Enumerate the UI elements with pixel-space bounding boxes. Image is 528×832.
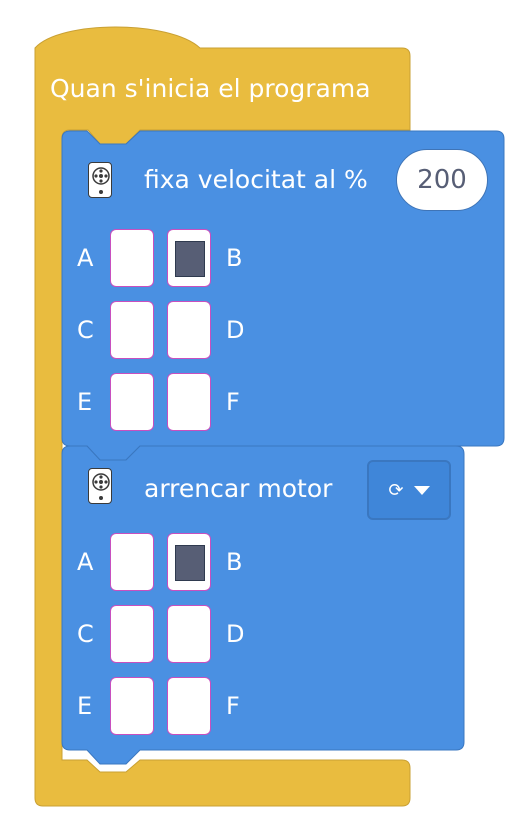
motor-icon xyxy=(88,468,112,504)
start-port-checkbox-a[interactable] xyxy=(110,533,154,591)
start-port-label-a: A xyxy=(77,548,94,576)
start-port-label-d: D xyxy=(226,620,245,648)
start-port-label-c: C xyxy=(77,620,94,648)
start-port-checkbox-c[interactable] xyxy=(110,605,154,663)
speed-port-checkbox-b[interactable] xyxy=(167,229,211,287)
speed-port-label-e: E xyxy=(77,388,93,416)
start-port-checkbox-e[interactable] xyxy=(110,677,154,735)
speed-port-label-f: F xyxy=(226,388,240,416)
speed-port-checkbox-f[interactable] xyxy=(167,373,211,431)
speed-port-checkbox-c[interactable] xyxy=(110,301,154,359)
start-port-label-f: F xyxy=(226,692,240,720)
hat-block-label: Quan s'inicia el programa xyxy=(50,74,371,103)
speed-port-checkbox-a[interactable] xyxy=(110,229,154,287)
chevron-down-icon xyxy=(413,485,430,495)
speed-port-checkbox-e[interactable] xyxy=(110,373,154,431)
direction-dropdown[interactable]: ⟳ xyxy=(367,460,451,520)
motor-icon xyxy=(88,162,112,198)
speed-port-label-b: B xyxy=(226,244,243,272)
speed-port-label-c: C xyxy=(77,316,94,344)
start-port-checkbox-b[interactable] xyxy=(167,533,211,591)
start-port-checkbox-f[interactable] xyxy=(167,677,211,735)
rotate-icon: ⟳ xyxy=(388,479,404,501)
start-port-label-b: B xyxy=(226,548,243,576)
speed-block-label: fixa velocitat al % xyxy=(144,165,368,194)
speed-port-label-d: D xyxy=(226,316,245,344)
start-motor-label: arrencar motor xyxy=(144,474,333,503)
start-port-label-e: E xyxy=(77,692,93,720)
speed-port-checkbox-d[interactable] xyxy=(167,301,211,359)
start-port-checkbox-d[interactable] xyxy=(167,605,211,663)
speed-port-label-a: A xyxy=(77,244,94,272)
speed-value-input[interactable]: 200 xyxy=(396,149,488,211)
